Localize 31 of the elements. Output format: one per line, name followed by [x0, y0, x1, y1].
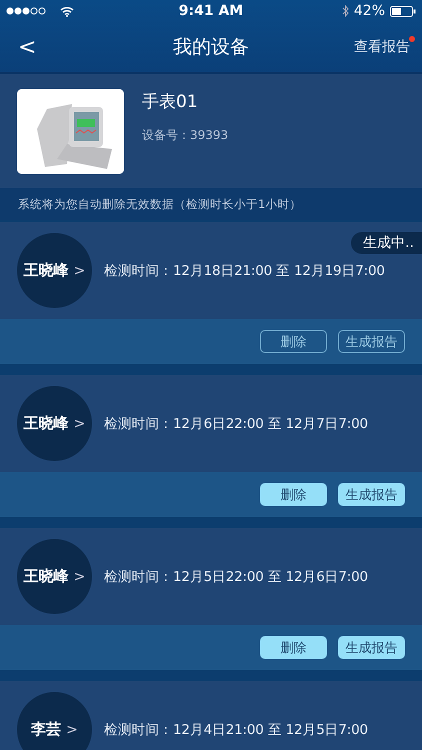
device-serial: 设备号：39393	[142, 127, 228, 144]
page-title: 我的设备	[173, 35, 249, 60]
bluetooth-icon	[342, 5, 349, 17]
generate-report-button[interactable]: 生成报告	[338, 483, 405, 506]
user-name: 王晓峰	[24, 567, 69, 586]
user-name: 王晓峰	[24, 261, 69, 280]
chevron-icon: >	[74, 416, 86, 432]
device-name: 手表01	[142, 91, 199, 113]
generate-report-button[interactable]: 生成报告	[338, 636, 405, 659]
detection-time: 检测时间：12月6日22:00 至 12月7日7:00	[104, 414, 368, 432]
delete-button[interactable]: 删除	[260, 636, 327, 659]
detection-time: 检测时间：12月5日22:00 至 12月6日7:00	[104, 568, 368, 586]
view-reports-link[interactable]: 查看报告	[354, 38, 410, 56]
chevron-icon: >	[74, 262, 86, 278]
status-badge: 生成中..	[351, 232, 422, 254]
user-avatar[interactable]: 王晓峰 >	[17, 233, 92, 308]
user-name: 王晓峰	[24, 414, 69, 433]
chevron-icon: >	[66, 722, 78, 738]
user-avatar[interactable]: 王晓峰 >	[17, 386, 92, 461]
user-name: 李芸	[31, 720, 62, 739]
wifi-icon	[60, 6, 74, 16]
user-avatar[interactable]: 李芸 >	[17, 692, 92, 750]
chevron-icon: >	[74, 568, 86, 584]
user-avatar[interactable]: 王晓峰 >	[17, 539, 92, 614]
battery-percent: 42%	[354, 3, 385, 19]
delete-button[interactable]: 删除	[260, 483, 327, 506]
back-button[interactable]: <	[14, 34, 40, 60]
detection-time: 检测时间：12月18日21:00 至 12月19日7:00	[104, 262, 385, 280]
status-time: 9:41 AM	[178, 3, 244, 19]
detection-time: 检测时间：12月4日21:00 至 12月5日7:00	[104, 720, 368, 738]
battery-icon	[390, 6, 416, 16]
